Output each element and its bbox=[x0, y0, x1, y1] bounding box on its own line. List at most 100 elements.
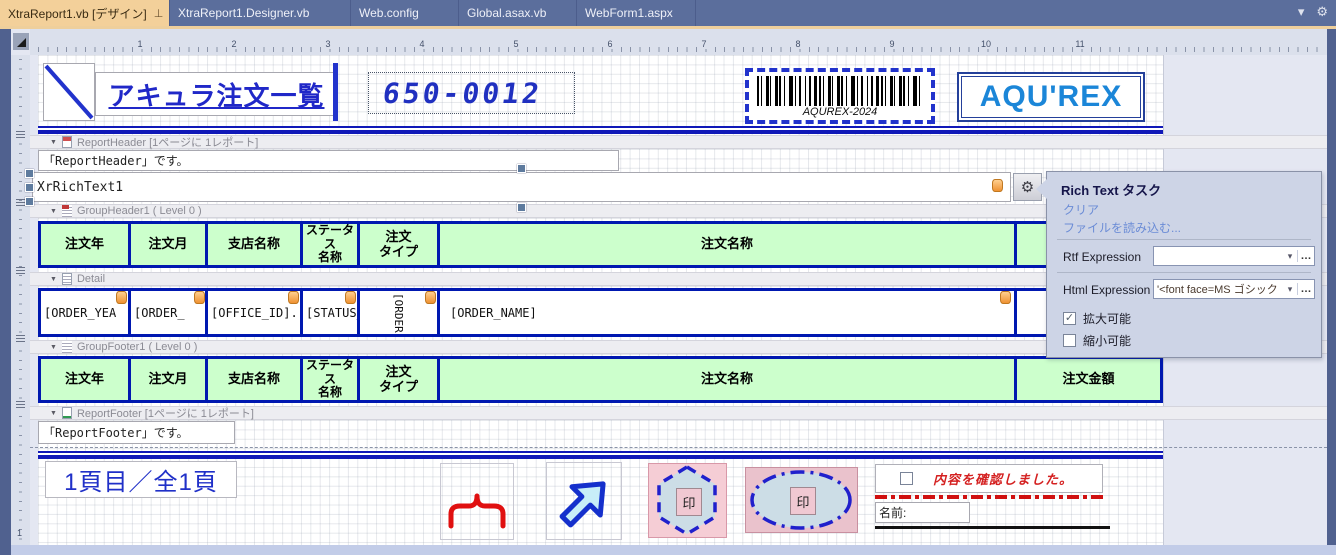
header-cell-order-year[interactable]: 注文年 bbox=[41, 224, 128, 265]
detail-cell-office[interactable]: [OFFICE_ID].[OFFIC bbox=[205, 291, 300, 334]
pin-icon[interactable]: ⊥ bbox=[154, 7, 164, 20]
gear-icon: ⚙ bbox=[1021, 178, 1034, 196]
footer-cell-order-type[interactable]: 注文 タイプ bbox=[357, 359, 437, 400]
postal-code-text: 650-0012 bbox=[367, 77, 544, 110]
report-footer-band-icon bbox=[62, 407, 72, 419]
bottom-scroll-strip[interactable] bbox=[11, 545, 1336, 555]
selection-handle[interactable] bbox=[25, 183, 34, 192]
barcode-caption: AQUREX-2024 bbox=[749, 106, 931, 118]
collapse-arrow-icon[interactable]: ▼ bbox=[50, 139, 57, 146]
barcode-control[interactable]: AQUREX-2024 bbox=[745, 68, 935, 124]
html-expression-label: Html Expression bbox=[1063, 283, 1150, 297]
rtf-expression-label: Rtf Expression bbox=[1063, 250, 1141, 264]
report-title-label[interactable]: アキュラ注文一覧 bbox=[95, 72, 338, 116]
data-binding-icon bbox=[1000, 291, 1011, 304]
footer-separator-line[interactable] bbox=[38, 451, 1163, 459]
collapse-arrow-icon[interactable]: ▼ bbox=[50, 344, 57, 351]
band-separator-mark bbox=[16, 335, 25, 342]
page-info-label[interactable]: 1頁目／全1頁 bbox=[45, 461, 237, 498]
load-file-link[interactable]: ファイルを読み込む... bbox=[1063, 219, 1181, 236]
tab-xtrareport-design[interactable]: XtraReport1.vb [デザイン] ⊥ × bbox=[0, 0, 170, 26]
footer-cell-order-year[interactable]: 注文年 bbox=[41, 359, 128, 400]
collapse-arrow-icon[interactable]: ▼ bbox=[50, 208, 57, 215]
data-binding-icon bbox=[116, 291, 127, 304]
footer-cell-order-month[interactable]: 注文月 bbox=[128, 359, 205, 400]
dropdown-icon[interactable]: ▾ bbox=[1283, 284, 1297, 295]
signature-line[interactable] bbox=[875, 526, 1110, 529]
tab-list-dropdown-icon[interactable]: ▾ bbox=[1298, 4, 1305, 20]
brace-shape-control[interactable] bbox=[440, 463, 514, 540]
selection-handle[interactable] bbox=[25, 197, 34, 206]
ruler-number: 7 bbox=[699, 39, 708, 49]
arrow-shape-control[interactable] bbox=[546, 462, 622, 540]
logo-label[interactable]: AQU'REX bbox=[957, 72, 1145, 122]
richtext-task-panel: Rich Text タスク クリア ファイルを読み込む... Rtf Expre… bbox=[1046, 171, 1322, 358]
richtext-control[interactable]: XrRichText1 bbox=[32, 172, 1011, 202]
rtf-expression-combo[interactable]: ▾ … bbox=[1153, 246, 1315, 266]
postal-code-label[interactable]: 650-0012 bbox=[368, 72, 575, 114]
confirm-checkbox[interactable] bbox=[900, 472, 913, 485]
band-separator-mark bbox=[16, 267, 25, 274]
page-info-text: 1頁目／全1頁 bbox=[64, 462, 218, 497]
confirm-checkbox-control[interactable]: 内容を確認しました。 bbox=[875, 464, 1103, 493]
detail-cell-order-name[interactable]: [ORDER_NAME] bbox=[437, 291, 1014, 334]
detail-cell-order-year[interactable]: [ORDER_YEA bbox=[41, 291, 128, 334]
tab-web-config[interactable]: Web.config bbox=[351, 0, 459, 26]
hexagon-stamp-control[interactable]: 印 bbox=[648, 463, 727, 538]
options-gear-icon[interactable]: ⚙ bbox=[1316, 4, 1328, 20]
detail-table[interactable]: [ORDER_YEA [ORDER_ [OFFICE_ID].[OFFIC [S… bbox=[38, 288, 1163, 337]
diagonal-line-control[interactable] bbox=[43, 63, 95, 121]
header-cell-order-name[interactable]: 注文名称 bbox=[437, 224, 1014, 265]
collapse-arrow-icon[interactable]: ▼ bbox=[50, 410, 57, 417]
ruler-number: 11 bbox=[1073, 39, 1086, 49]
logo-text: AQU'REX bbox=[980, 80, 1122, 114]
footer-cell-order-amount[interactable]: 注文金額 bbox=[1014, 359, 1160, 400]
detail-band-icon bbox=[62, 273, 72, 285]
ruler-number: 1 bbox=[135, 39, 144, 49]
header-cell-office-name[interactable]: 支店名称 bbox=[205, 224, 300, 265]
red-dashdot-line[interactable] bbox=[875, 495, 1107, 499]
group-header-table[interactable]: 注文年 注文月 支店名称 ステータス 名称 注文 タイプ 注文名称 注文金額 bbox=[38, 221, 1163, 268]
collapse-arrow-icon[interactable]: ▼ bbox=[50, 276, 57, 283]
ruler-number: 8 bbox=[793, 39, 802, 49]
report-header-label[interactable]: 「ReportHeader」です。 bbox=[38, 150, 619, 171]
ruler-number: 10 bbox=[979, 39, 993, 49]
smart-tag-gear-button[interactable]: ⚙ bbox=[1013, 173, 1042, 201]
header-cell-status-name[interactable]: ステータス 名称 bbox=[300, 224, 357, 265]
tab-global-asax[interactable]: Global.asax.vb bbox=[459, 0, 577, 26]
ruler-corner-button[interactable] bbox=[13, 33, 29, 50]
can-grow-label: 拡大可能 bbox=[1083, 310, 1131, 327]
html-expression-combo[interactable]: '<font face=MS ゴシック ▾ … bbox=[1153, 279, 1315, 299]
band-caption-text: GroupHeader1 ( Level 0 ) bbox=[77, 205, 202, 217]
ruler-number: 9 bbox=[887, 39, 896, 49]
name-label[interactable]: 名前: bbox=[875, 502, 970, 523]
panel-separator bbox=[1057, 272, 1311, 273]
stamp-ink-label: 印 bbox=[676, 488, 702, 516]
ruler-number: 2 bbox=[229, 39, 238, 49]
clear-link[interactable]: クリア bbox=[1063, 201, 1099, 218]
tab-webform1[interactable]: WebForm1.aspx bbox=[577, 0, 696, 26]
footer-cell-status-name[interactable]: ステータス 名称 bbox=[300, 359, 357, 400]
header-separator-line[interactable] bbox=[38, 126, 1163, 134]
band-caption-report-header[interactable]: ▼ ReportHeader [1ページに 1レポート] bbox=[30, 135, 1327, 149]
right-scroll-strip[interactable] bbox=[1327, 29, 1336, 545]
can-grow-checkbox[interactable]: ✓ bbox=[1063, 312, 1076, 325]
can-shrink-checkbox[interactable] bbox=[1063, 334, 1076, 347]
header-cell-order-month[interactable]: 注文月 bbox=[128, 224, 205, 265]
brace-shape bbox=[441, 464, 513, 539]
header-cell-order-type[interactable]: 注文 タイプ bbox=[357, 224, 437, 265]
footer-cell-order-name[interactable]: 注文名称 bbox=[437, 359, 1014, 400]
ellipsis-button[interactable]: … bbox=[1297, 283, 1314, 295]
vertical-line-control[interactable] bbox=[333, 63, 338, 121]
ellipse-stamp-control[interactable]: 印 bbox=[745, 467, 858, 533]
footer-cell-office-name[interactable]: 支店名称 bbox=[205, 359, 300, 400]
selection-handle[interactable] bbox=[25, 169, 34, 178]
dropdown-icon[interactable]: ▾ bbox=[1283, 251, 1297, 262]
group-footer-table[interactable]: 注文年 注文月 支店名称 ステータス 名称 注文 タイプ 注文名称 注文金額 bbox=[38, 356, 1163, 403]
ellipsis-button[interactable]: … bbox=[1297, 250, 1314, 262]
band-caption-report-footer[interactable]: ▼ ReportFooter [1ページに 1レポート] bbox=[30, 406, 1327, 420]
report-footer-label[interactable]: 「ReportFooter」です。 bbox=[38, 421, 235, 444]
selection-handle[interactable] bbox=[517, 164, 526, 173]
tab-xtrareport-designer-vb[interactable]: XtraReport1.Designer.vb bbox=[170, 0, 351, 26]
selection-handle[interactable] bbox=[517, 203, 526, 212]
